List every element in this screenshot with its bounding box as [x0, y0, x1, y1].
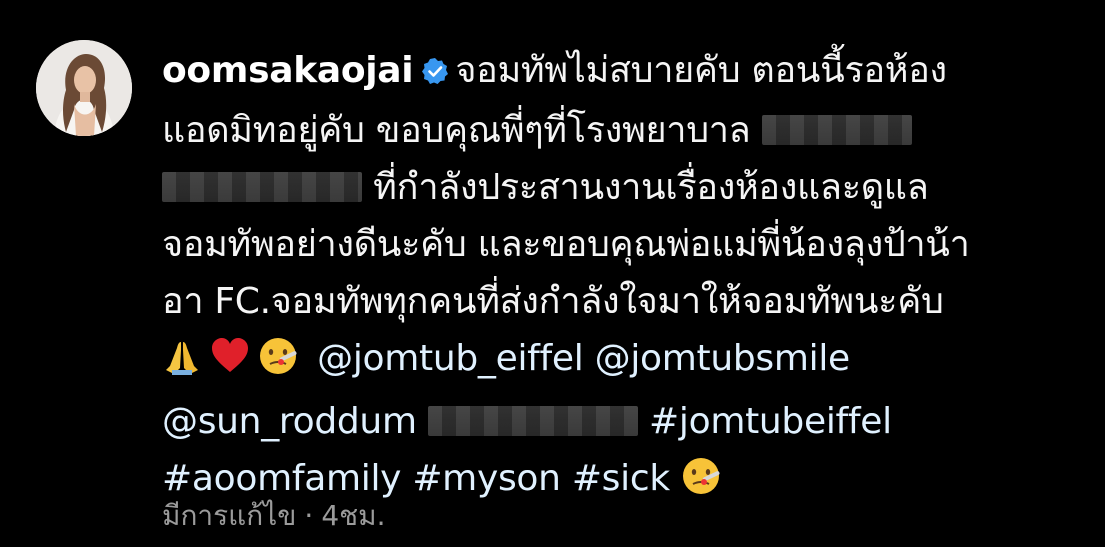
avatar[interactable]: [36, 40, 132, 136]
red-heart-icon: [210, 336, 250, 393]
profile-photo: [36, 40, 132, 136]
caption-line-5: อา FC.จอมทัพทุกคนที่ส่งกำลังใจมาให้จอมทั…: [162, 281, 944, 322]
blurred-text: [162, 172, 362, 202]
hashtag-link[interactable]: #aoomfamily: [162, 458, 401, 499]
caption-line-2: แอดมิทอยู่คับ ขอบคุณพี่ๆที่โรงพยาบาล: [162, 110, 751, 151]
username-link[interactable]: oomsakaojai: [162, 50, 414, 91]
caption-line-3: ที่กำลังประสานงานเรื่องห้องและดูแล: [373, 167, 929, 208]
caption-line-1: จอมทัพไม่สบายคับ ตอนนี้รอห้อง: [455, 50, 947, 91]
mention-link[interactable]: @jomtubsmile: [595, 338, 851, 379]
edited-label: มีการแก้ไข: [162, 499, 297, 532]
hashtag-link[interactable]: #myson: [412, 458, 561, 499]
mention-link[interactable]: @sun_roddum: [162, 401, 417, 442]
face-with-thermometer-icon: [258, 336, 298, 393]
folded-hands-icon: [162, 336, 202, 393]
hashtag-link[interactable]: #sick: [572, 458, 670, 499]
verified-badge-icon: [421, 45, 449, 102]
blurred-text: [427, 406, 638, 436]
caption-line-4: จอมทัพอย่างดีนะคับ และขอบคุณพ่อแม่พี่น้อ…: [162, 224, 970, 265]
caption: oomsakaojai จอมทัพไม่สบายคับ ตอนนี้รอห้อง…: [162, 42, 1097, 513]
face-with-thermometer-icon: [681, 456, 721, 513]
timestamp[interactable]: 4ชม.: [321, 499, 385, 532]
mention-link[interactable]: @jomtub_eiffel: [317, 338, 584, 379]
separator: ·: [304, 499, 314, 532]
hashtag-link[interactable]: #jomtubeiffel: [649, 401, 892, 442]
post-meta: มีการแก้ไข · 4ชม.: [162, 494, 394, 538]
blurred-text: [761, 115, 912, 145]
